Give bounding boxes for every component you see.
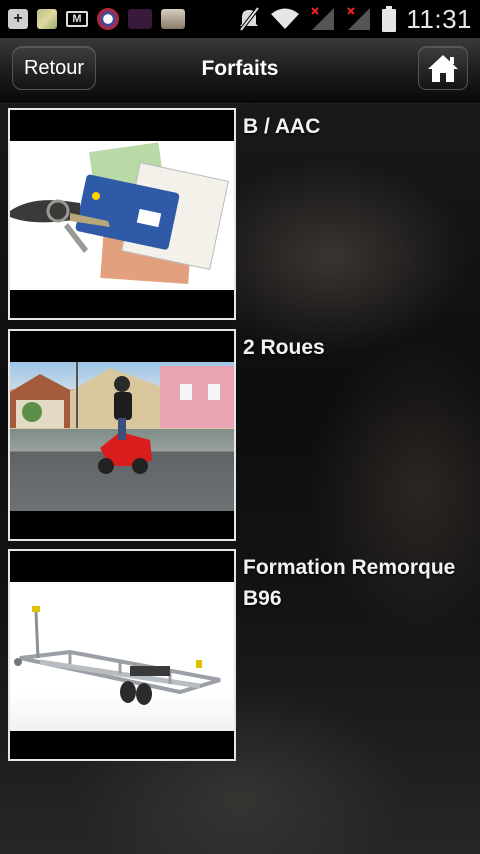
item-thumbnail: [8, 329, 236, 541]
item-label: B / AAC: [243, 115, 321, 138]
enpc-app-icon: [97, 8, 119, 30]
scooter-photo: [10, 362, 234, 511]
add-icon: +: [8, 9, 28, 29]
wifi-icon: [271, 8, 300, 29]
permis-de-conduire-photo: [10, 141, 234, 290]
item-thumbnail: [8, 108, 236, 320]
item-label: 2 Roues: [243, 336, 325, 359]
photo-app-icon: [161, 9, 185, 29]
header-bar: Retour Forfaits: [0, 38, 480, 102]
battery-icon: [382, 6, 397, 32]
gmail-icon: M: [66, 11, 88, 27]
list-item-b-aac[interactable]: B / AAC: [8, 108, 476, 320]
list-item-formation-remorque-b96[interactable]: Formation Remorque B96: [8, 549, 476, 761]
item-label: Formation Remorque B96: [243, 556, 456, 610]
signal-icon: [347, 7, 371, 30]
status-bar: + M 11:31: [0, 0, 480, 38]
media-app-icon: [128, 9, 152, 29]
item-thumbnail: [8, 549, 236, 761]
home-icon: [428, 55, 458, 82]
app-screen: Retour Forfaits B / AAC 2 Roues Formatio…: [0, 38, 480, 854]
home-button[interactable]: [418, 46, 468, 90]
map-app-icon: [37, 9, 57, 29]
signal-icon: [311, 7, 335, 30]
mute-icon: [239, 6, 260, 32]
back-button[interactable]: Retour: [12, 46, 96, 90]
notification-icons: + M: [8, 8, 185, 30]
list-item-2-roues[interactable]: 2 Roues: [8, 329, 476, 541]
clock: 11:31: [406, 3, 472, 34]
remorque-photo: [10, 582, 234, 731]
